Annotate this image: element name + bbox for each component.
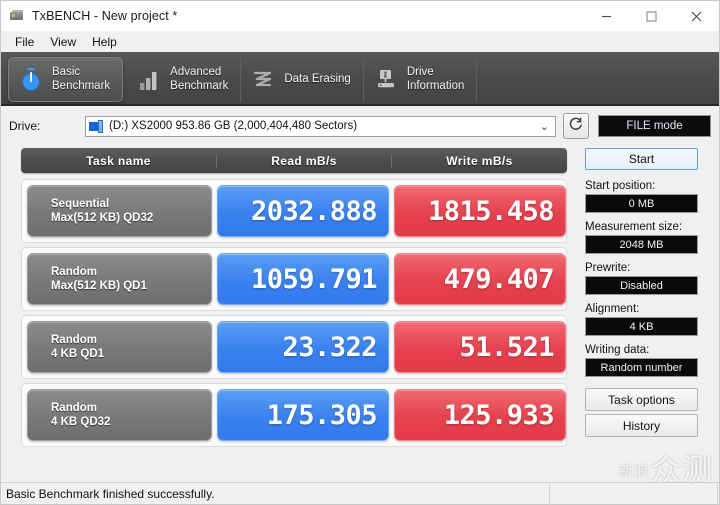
writing-data-label: Writing data: [585,344,650,356]
drive-info-icon [373,65,399,95]
start-position-label: Start position: [585,180,656,192]
results-header-row: Task name Read mB/s Write mB/s [21,148,567,173]
tab-data-erasing[interactable]: Data Erasing [241,57,364,102]
write-speed-value: 51.521 [394,321,566,373]
read-speed-value: 2032.888 [217,185,389,237]
results-panel: Task name Read mB/s Write mB/s Sequentia… [9,146,575,482]
chevron-down-icon: ⌄ [539,120,549,133]
drive-select-value: (D:) XS2000 953.86 GB (2,000,404,480 Sec… [109,120,358,132]
bar-chart-icon [136,65,162,95]
refresh-icon [568,116,584,137]
write-speed-value: 125.933 [394,389,566,441]
tab-basic-benchmark[interactable]: Basic Benchmark [8,57,124,102]
status-message: Basic Benchmark finished successfully. [1,482,550,505]
tab-label-basic-benchmark: Basic Benchmark [52,66,111,92]
refresh-button[interactable] [563,113,589,139]
prewrite-value[interactable]: Disabled [585,276,698,295]
tab-label-drive-information: Drive Information [406,66,465,92]
drive-selection-bar: Drive: (D:) XS2000 953.86 GB (2,000,404,… [1,106,719,146]
settings-panel: Start Start position: 0 MB Measurement s… [575,146,711,482]
write-speed-value: 1815.458 [394,185,566,237]
maximize-button[interactable] [629,1,674,31]
alignment-value[interactable]: 4 KB [585,317,698,336]
tab-label-advanced-benchmark: Advanced Benchmark [170,66,229,92]
erase-icon [250,65,276,95]
task-name-line1: Random [51,402,97,414]
read-speed-value: 23.322 [217,321,389,373]
minimize-button[interactable] [584,1,629,31]
task-name-cell[interactable]: Random 4 KB QD32 [27,389,212,441]
file-mode-button[interactable]: FILE mode [598,115,711,137]
task-name-line2: Max(512 KB) QD32 [51,212,154,224]
task-name-cell[interactable]: Random 4 KB QD1 [27,321,212,373]
read-speed-value: 1059.791 [217,253,389,305]
column-header-write-speed: Write mB/s [446,153,513,168]
title-bar: TxBENCH - New project * [1,1,719,31]
task-name-cell[interactable]: Random Max(512 KB) QD1 [27,253,212,305]
measurement-size-label: Measurement size: [585,221,683,233]
txbench-window: TxBENCH - New project * File View Help B… [0,0,720,505]
column-header-read-speed: Read mB/s [217,153,392,168]
menu-item-file[interactable]: File [7,33,42,51]
status-pane-secondary [550,482,718,505]
task-options-button[interactable]: Task options [585,388,698,411]
task-name-line2: Max(512 KB) QD1 [51,280,147,292]
write-speed-value: 479.407 [394,253,566,305]
start-button[interactable]: Start [585,148,698,170]
table-row: Random 4 KB QD1 23.322 51.521 [21,315,567,379]
tab-strip: Basic Benchmark Advanced Benchmark Data … [1,52,719,106]
task-name-cell[interactable]: Sequential Max(512 KB) QD32 [27,185,212,237]
drive-select[interactable]: (D:) XS2000 953.86 GB (2,000,404,480 Sec… [85,115,556,137]
read-speed-value: 175.305 [217,389,389,441]
tab-label-data-erasing: Data Erasing [284,72,351,85]
main-body: Task name Read mB/s Write mB/s Sequentia… [1,146,719,482]
close-button[interactable] [674,1,719,31]
prewrite-label: Prewrite: [585,262,631,274]
writing-data-value[interactable]: Random number [585,358,698,377]
tab-advanced-benchmark[interactable]: Advanced Benchmark [127,57,242,102]
menu-item-help[interactable]: Help [84,33,125,51]
alignment-label: Alignment: [585,303,640,315]
window-title: TxBENCH - New project * [32,9,178,23]
table-row: Sequential Max(512 KB) QD32 2032.888 181… [21,179,567,243]
task-name-line1: Random [51,266,97,278]
tab-drive-information[interactable]: Drive Information [364,57,478,102]
window-controls [584,1,719,31]
history-button[interactable]: History [585,414,698,437]
task-name-line1: Sequential [51,198,110,210]
menu-item-view[interactable]: View [42,33,84,51]
drive-label: Drive: [9,119,41,133]
drive-volume-icon [89,119,104,133]
task-name-line1: Random [51,334,97,346]
task-name-line2: 4 KB QD1 [51,348,105,360]
measurement-size-value[interactable]: 2048 MB [585,235,698,254]
status-bar: Basic Benchmark finished successfully. [1,482,719,505]
start-position-value[interactable]: 0 MB [585,194,698,213]
app-drive-icon [9,8,25,24]
task-name-line2: 4 KB QD32 [51,416,111,428]
table-row: Random 4 KB QD32 175.305 125.933 [21,383,567,447]
column-header-task-name: Task name [21,153,217,168]
menu-bar: File View Help [1,31,719,52]
table-row: Random Max(512 KB) QD1 1059.791 479.407 [21,247,567,311]
stopwatch-icon [18,65,44,95]
